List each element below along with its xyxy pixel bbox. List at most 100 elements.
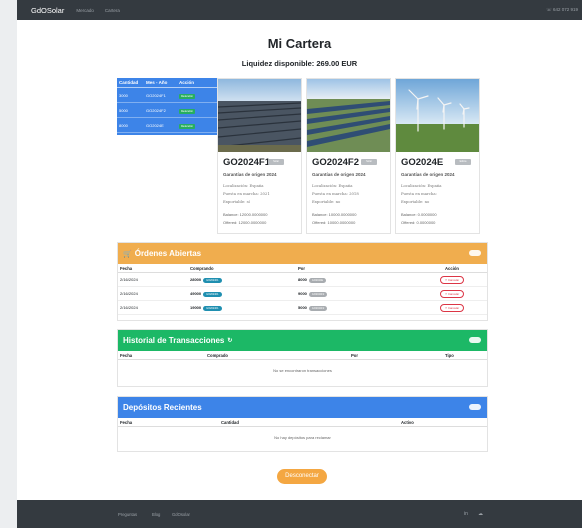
- asset-name: GO2024F1: [223, 157, 270, 168]
- buy-code-chip: GO2024F1: [203, 305, 222, 311]
- cancel-order-button[interactable]: ⨯ Cancelar: [439, 275, 465, 284]
- code-cell: GO2024F1: [146, 92, 166, 98]
- col-comprando: Comprando: [190, 265, 214, 271]
- cart-icon: 🛒: [123, 250, 132, 258]
- balance-value: Balance: 10000.0000000: [312, 212, 357, 217]
- redeem-button[interactable]: Redención: [179, 93, 195, 99]
- page-title: Mi Cartera: [267, 36, 332, 51]
- type-badge: Solar: [361, 159, 377, 165]
- redeem-button[interactable]: Redención: [179, 123, 195, 129]
- code-cell: GO2024E: [146, 122, 164, 128]
- exportable-text: Exportable: no: [401, 199, 430, 204]
- transactions-title: Historial de Transacciones: [123, 336, 225, 345]
- col-fecha: Fecha: [120, 265, 133, 271]
- footer-link-preguntas[interactable]: Preguntas: [118, 512, 137, 517]
- col-fecha: Fecha: [120, 352, 133, 358]
- qty-cell: 5000: [119, 107, 128, 113]
- asset-card-go2024e: GO2024E Eólica Garantías de origen 2024 …: [395, 78, 480, 234]
- deposits-count-badge: [469, 404, 481, 410]
- asset-name: GO2024F2: [312, 157, 359, 168]
- cancel-order-button[interactable]: ⨯ Cancelar: [439, 303, 465, 312]
- deposits-section: Depósitos Recientes Fecha Cantidad Activ…: [117, 396, 488, 452]
- buy-code-chip: GO2024F1: [203, 277, 222, 283]
- brand-logo[interactable]: GdOSolar: [31, 6, 64, 15]
- col-por: Por: [298, 265, 305, 271]
- exportable-text: Exportable: sí: [223, 199, 250, 204]
- solar-field-image: [307, 79, 390, 152]
- type-badge: Eólica: [455, 159, 471, 165]
- col-accion: Acción: [445, 265, 459, 271]
- order-date: 2/16/2024: [120, 277, 138, 282]
- asset-card-go2024f2: GO2024F2 Solar Garantías de origen 2024 …: [306, 78, 391, 234]
- asset-subtitle: Garantías de origen 2024: [312, 172, 366, 177]
- qty-cell: 3000: [119, 92, 128, 98]
- col-por: Por: [351, 352, 358, 358]
- order-date: 2/16/2024: [120, 291, 138, 296]
- footer-link-blog[interactable]: Blog: [152, 512, 160, 517]
- asset-subtitle: Garantías de origen 2024: [223, 172, 277, 177]
- balance-value: Balance: 0.0000000: [401, 212, 437, 217]
- type-badge: Solar: [268, 159, 284, 165]
- twitter-icon[interactable]: ☁: [478, 511, 483, 517]
- deposits-title: Depósitos Recientes: [123, 403, 202, 412]
- phone-contact[interactable]: ☏ 642 072 919: [546, 7, 578, 13]
- table-row: 5000 GO2024F2 Redención: [117, 103, 219, 118]
- wind-farm-image: [396, 79, 479, 152]
- transactions-header: Historial de Transacciones ↻: [118, 330, 487, 351]
- portfolio-table: Cantidad Mes - Año Acción 3000 GO2024F1 …: [117, 78, 219, 135]
- col-tipo: Tipo: [445, 352, 454, 358]
- asset-name: GO2024E: [401, 157, 444, 168]
- col-fecha: Fecha: [120, 419, 133, 425]
- open-orders-header: 🛒 Órdenes Abiertas: [118, 243, 487, 264]
- location-text: Localización: España: [223, 183, 264, 188]
- location-text: Localización: España: [401, 183, 442, 188]
- start-text: Puesta en marcha: 2021: [223, 191, 270, 196]
- orders-count-badge: [469, 250, 481, 256]
- table-row: 2/16/2024 49000 GO2024F1 9000 GO2024F2 ⨯ C…: [118, 287, 487, 301]
- for-qty: 8000: [298, 276, 307, 282]
- deposits-header: Depósitos Recientes: [118, 397, 487, 418]
- for-qty: 5000: [298, 304, 307, 310]
- order-date: 2/16/2024: [120, 305, 138, 310]
- exportable-text: Exportable: no: [312, 199, 341, 204]
- orders-table-header: Fecha Comprando Por Acción: [118, 264, 487, 273]
- refresh-icon[interactable]: ↻: [227, 337, 232, 344]
- balance-text: Liquidez disponible: 269.00 EUR: [241, 59, 358, 68]
- start-text: Puesta en marcha: 2018: [312, 191, 359, 196]
- table-row: 3000 GO2024F1 Redención: [117, 88, 219, 103]
- solar-farm-image: [218, 79, 301, 152]
- for-code-chip: GO2024E: [308, 277, 327, 283]
- open-orders-section: 🛒 Órdenes Abiertas Fecha Comprando Por A…: [117, 242, 488, 321]
- buy-code-chip: GO2024F1: [203, 291, 222, 297]
- transactions-table-header: Fecha Comprado Por Tipo: [118, 351, 487, 360]
- offered-value: Offered: 10000.0000000: [312, 220, 356, 225]
- empty-transactions-message: No se encontraron transacciones: [273, 368, 332, 373]
- redeem-button[interactable]: Redención: [179, 108, 195, 114]
- deposits-table-header: Fecha Cantidad Activo: [118, 418, 487, 427]
- table-row: 2/16/2024 28000 GO2024F1 8000 GO2024E ⨯ Ca…: [118, 273, 487, 287]
- buy-qty: 19000: [190, 304, 202, 310]
- for-code-chip: GO2024F2: [308, 291, 328, 297]
- table-row: 2/16/2024 19000 GO2024F1 5000 GO2024F2 ⨯ C…: [118, 301, 487, 315]
- asset-subtitle: Garantías de origen 2024: [401, 172, 455, 177]
- disconnect-button[interactable]: Desconectar: [277, 469, 327, 484]
- asset-card-go2024f1: GO2024F1 Solar Garantías de origen 2024 …: [217, 78, 302, 234]
- for-qty: 9000: [298, 290, 307, 296]
- transactions-count-badge: [469, 337, 481, 343]
- nav-link-cartera[interactable]: Cartera: [105, 8, 120, 13]
- col-cantidad: Cantidad: [221, 419, 239, 425]
- col-activo: Activo: [401, 419, 414, 425]
- navbar: GdOSolar Mercado Cartera ☏ 642 072 919: [17, 0, 582, 20]
- nav-link-mercado[interactable]: Mercado: [76, 8, 94, 13]
- empty-deposits-message: No hay depósitos para reclamar: [274, 435, 331, 440]
- qty-cell: 8000: [119, 122, 128, 128]
- offered-value: Offered: 12000.0000000: [223, 220, 267, 225]
- footer-link-gdosolar[interactable]: GdOsolar: [172, 512, 190, 517]
- cancel-order-button[interactable]: ⨯ Cancelar: [439, 289, 465, 298]
- table-row: 8000 GO2024E Redención: [117, 118, 219, 133]
- linkedin-icon[interactable]: in: [464, 511, 468, 517]
- buy-qty: 28000: [190, 276, 202, 282]
- code-cell: GO2024F2: [146, 107, 166, 113]
- balance-value: Balance: 12000.0000000: [223, 212, 268, 217]
- portfolio-table-header: Cantidad Mes - Año Acción: [117, 78, 219, 88]
